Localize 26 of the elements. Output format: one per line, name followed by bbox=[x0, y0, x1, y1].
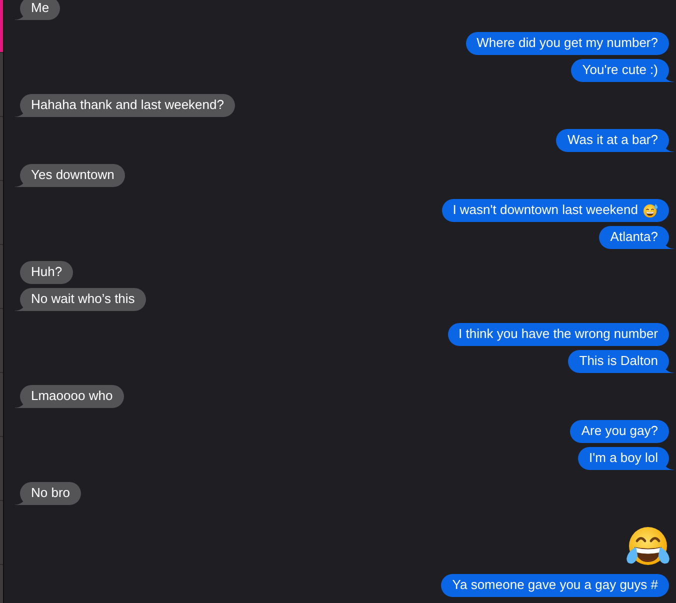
message-bubble: Lmaoooo who bbox=[15, 385, 124, 408]
conversation-item[interactable] bbox=[0, 0, 3, 53]
conversation-item[interactable] bbox=[0, 501, 3, 565]
conversation-item[interactable] bbox=[0, 117, 3, 181]
message-bubble: Huh? bbox=[20, 261, 74, 284]
conversation-item[interactable] bbox=[0, 245, 3, 309]
message-bubble: Ya someone gave you a gay guys # bbox=[441, 574, 669, 597]
conversation-item[interactable] bbox=[0, 373, 3, 437]
conversation-item[interactable] bbox=[0, 181, 3, 245]
message-bubble: Are you gay? bbox=[570, 420, 669, 443]
message-bubble: Yes downtown bbox=[15, 164, 126, 187]
message-bubble: This is Dalton bbox=[568, 350, 674, 373]
message-text: I wasn't downtown last weekend bbox=[452, 202, 638, 218]
message-bubble: You're cute :) bbox=[571, 59, 674, 82]
message-bubble: I think you have the wrong number bbox=[448, 323, 669, 346]
message-bubble: Me bbox=[15, 0, 60, 20]
conversation-item[interactable] bbox=[0, 53, 3, 117]
message-bubble: Atlanta? bbox=[599, 226, 674, 249]
message-bubble: No bro bbox=[15, 482, 82, 505]
conversation-item[interactable] bbox=[0, 437, 3, 501]
message-bubble: I'm a boy lol bbox=[578, 447, 674, 470]
message-bubble: Hahaha thank and last weekend? bbox=[15, 94, 235, 117]
conversation-item[interactable] bbox=[0, 309, 3, 373]
message-bubble: No wait who’s this bbox=[15, 288, 146, 311]
message-bubble: Was it at a bar? bbox=[556, 129, 674, 152]
message-bubble: Where did you get my number? bbox=[466, 32, 669, 55]
